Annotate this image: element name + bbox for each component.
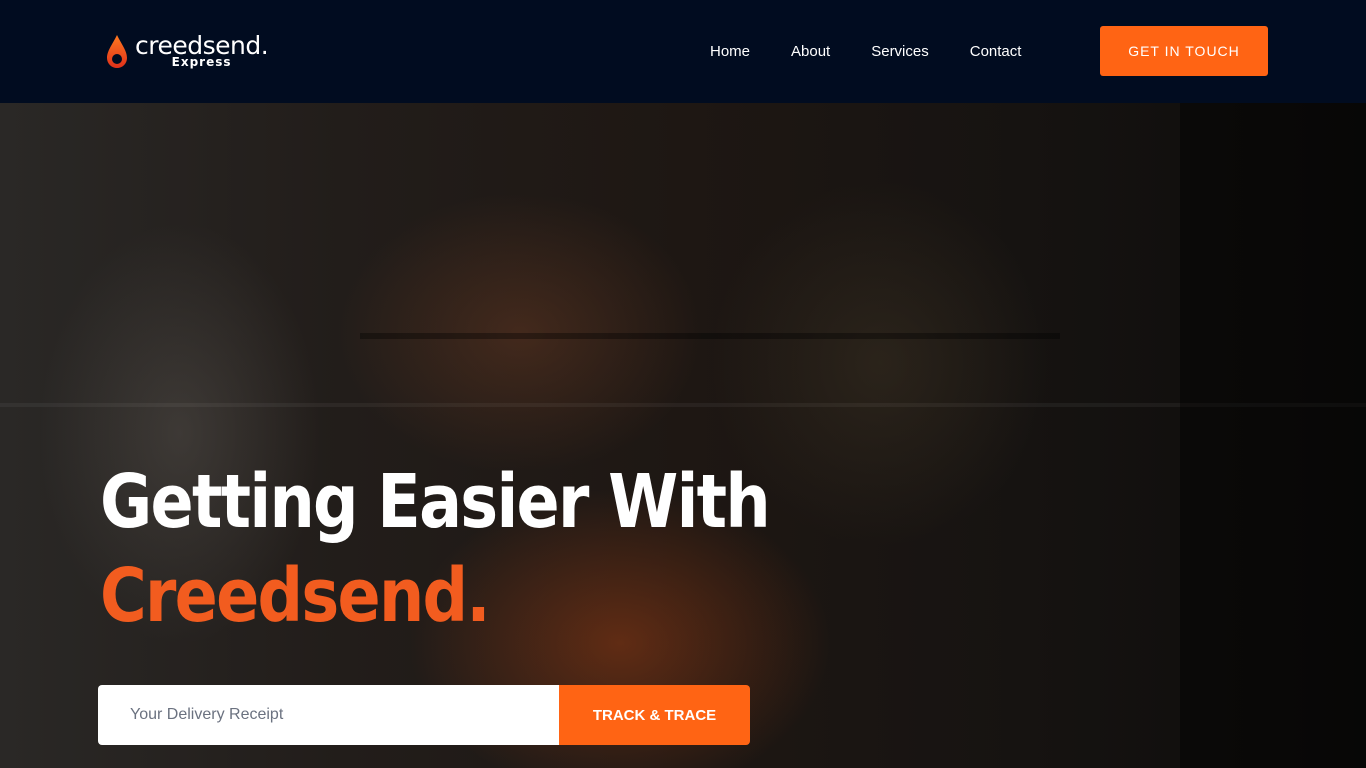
delivery-receipt-input[interactable] [98,685,559,745]
get-in-touch-button[interactable]: GET IN TOUCH [1100,26,1268,76]
site-header: creedsend. Express Home About Services C… [0,0,1366,103]
nav-home[interactable]: Home [710,43,750,60]
hero-title: Getting Easier With Creedsend. [100,455,771,643]
hero-title-brand: Creedsend. [100,553,491,639]
droplet-logo-icon [105,33,129,69]
nav-contact[interactable]: Contact [970,43,1022,60]
track-and-trace-button[interactable]: TRACK & TRACE [559,685,750,745]
track-form: TRACK & TRACE [98,685,750,745]
ledge-decor [0,403,1366,407]
main-nav: Home About Services Contact [710,43,1062,60]
hero-title-line1: Getting Easier With [100,459,771,545]
nav-services[interactable]: Services [871,43,929,60]
nav-about[interactable]: About [791,43,830,60]
tree-trunk-decor [1180,103,1366,768]
railing-decor [360,333,1060,339]
logo[interactable]: creedsend. Express [105,33,269,69]
hero-section [0,103,1366,768]
